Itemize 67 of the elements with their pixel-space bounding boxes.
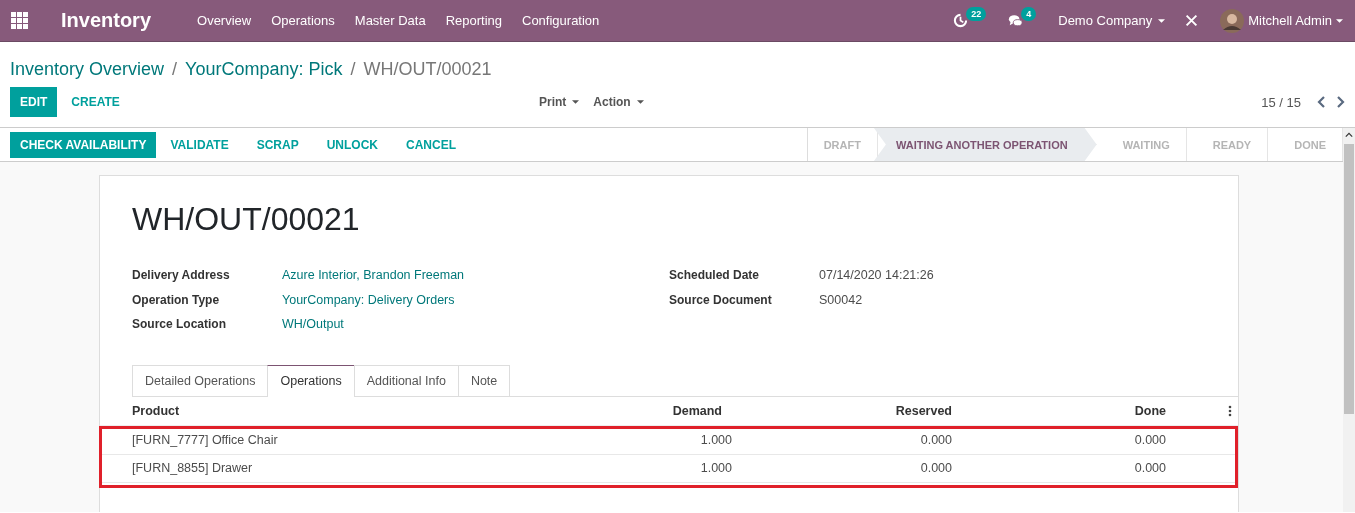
notebook-tab[interactable]: Note (457, 364, 511, 396)
notebook-tab[interactable]: Operations (267, 364, 355, 397)
activity-count: 22 (966, 7, 987, 21)
breadcrumb-separator: / (172, 58, 178, 80)
menu-item[interactable]: Operations (271, 13, 335, 28)
avatar-icon[interactable] (1220, 8, 1245, 33)
caret-icon[interactable] (636, 100, 644, 104)
pager-counter: 15 / 15 (1261, 94, 1301, 110)
app-name: Inventory (61, 9, 152, 32)
caret-icon[interactable] (1336, 18, 1343, 23)
field-label: Operation Type (132, 292, 221, 307)
table-cell-text: 0.000 (1133, 461, 1166, 475)
statusbar-button[interactable]: UNLOCK (312, 131, 392, 158)
record-title: WH/OUT/00021 (131, 200, 361, 239)
caret-icon[interactable] (1158, 18, 1166, 23)
caret-icon[interactable] (572, 100, 580, 104)
field-link[interactable]: Azure Interior, Brandon Freeman (282, 268, 669, 283)
status-stage[interactable]: WAITING ANOTHER OPERATION (873, 128, 1097, 161)
table-row[interactable]: [FURN_8855] Drawer 1.000 0.000 0.000 (100, 454, 1238, 483)
column-options-icon[interactable] (1228, 404, 1232, 417)
statusbar-button[interactable]: CHECK AVAILABILITY (10, 131, 157, 158)
breadcrumb-separator: / (350, 58, 356, 80)
table-cell-text: 0.000 (919, 461, 952, 475)
field-label: Scheduled Date (669, 268, 761, 283)
column-header[interactable]: Reserved (732, 403, 952, 418)
app-menu-icon[interactable] (11, 12, 28, 29)
breadcrumb-link[interactable]: Inventory Overview (10, 58, 165, 80)
table-cell-text: 0.000 (1133, 433, 1166, 447)
field-label: Source Document (669, 292, 773, 307)
field-link[interactable]: WH/Output (282, 317, 669, 332)
next-icon[interactable] (1336, 96, 1345, 108)
table-cell-text: [FURN_8855] Drawer (131, 461, 254, 475)
menu-item[interactable]: Overview (197, 13, 252, 28)
previous-icon[interactable] (1317, 96, 1326, 108)
field-value: S00042 (819, 292, 864, 307)
company-switcher[interactable]: Demo Company (1058, 13, 1166, 28)
dropdown-button[interactable]: Action (588, 91, 649, 113)
column-header[interactable]: Product (100, 403, 602, 418)
scroll-up-icon[interactable] (1345, 132, 1353, 138)
statusbar-button[interactable]: VALIDATE (156, 131, 243, 158)
breadcrumb-link[interactable]: YourCompany: Pick (185, 58, 343, 80)
user-menu[interactable]: Mitchell Admin (1220, 8, 1343, 33)
column-header[interactable]: Done (952, 403, 1166, 418)
menu-item[interactable]: Master Data (354, 13, 426, 28)
table-cell-text: [FURN_7777] Office Chair (131, 433, 279, 447)
breadcrumb-current: WH/OUT/00021 (363, 58, 492, 80)
scrollbar[interactable] (1343, 128, 1355, 512)
create-button[interactable]: CREATE (57, 87, 134, 117)
field-link[interactable]: YourCompany: Delivery Orders (282, 292, 669, 307)
clock-icon[interactable] (953, 13, 969, 28)
chat-icon[interactable] (1008, 13, 1024, 28)
edit-button[interactable]: EDIT (10, 87, 58, 117)
menu-item[interactable]: Reporting (445, 13, 502, 28)
column-header[interactable]: Demand (602, 403, 732, 418)
field-label: Delivery Address (132, 268, 231, 283)
dropdown-button[interactable]: Print (534, 91, 585, 113)
table-cell-text: 1.000 (699, 433, 732, 447)
table-cell-text: 1.000 (699, 461, 732, 475)
statusbar-button[interactable]: CANCEL (392, 131, 470, 158)
menu-item[interactable]: Configuration (522, 13, 600, 28)
user-name: Mitchell Admin (1248, 13, 1332, 28)
table-row[interactable]: [FURN_7777] Office Chair 1.000 0.000 0.000 (100, 426, 1238, 455)
field-label: Source Location (132, 317, 227, 332)
field-value: 07/14/2020 14:21:26 (819, 268, 935, 283)
statusbar-button[interactable]: SCRAP (242, 131, 313, 158)
message-count: 4 (1021, 7, 1037, 21)
table-cell-text: 0.000 (919, 433, 952, 447)
